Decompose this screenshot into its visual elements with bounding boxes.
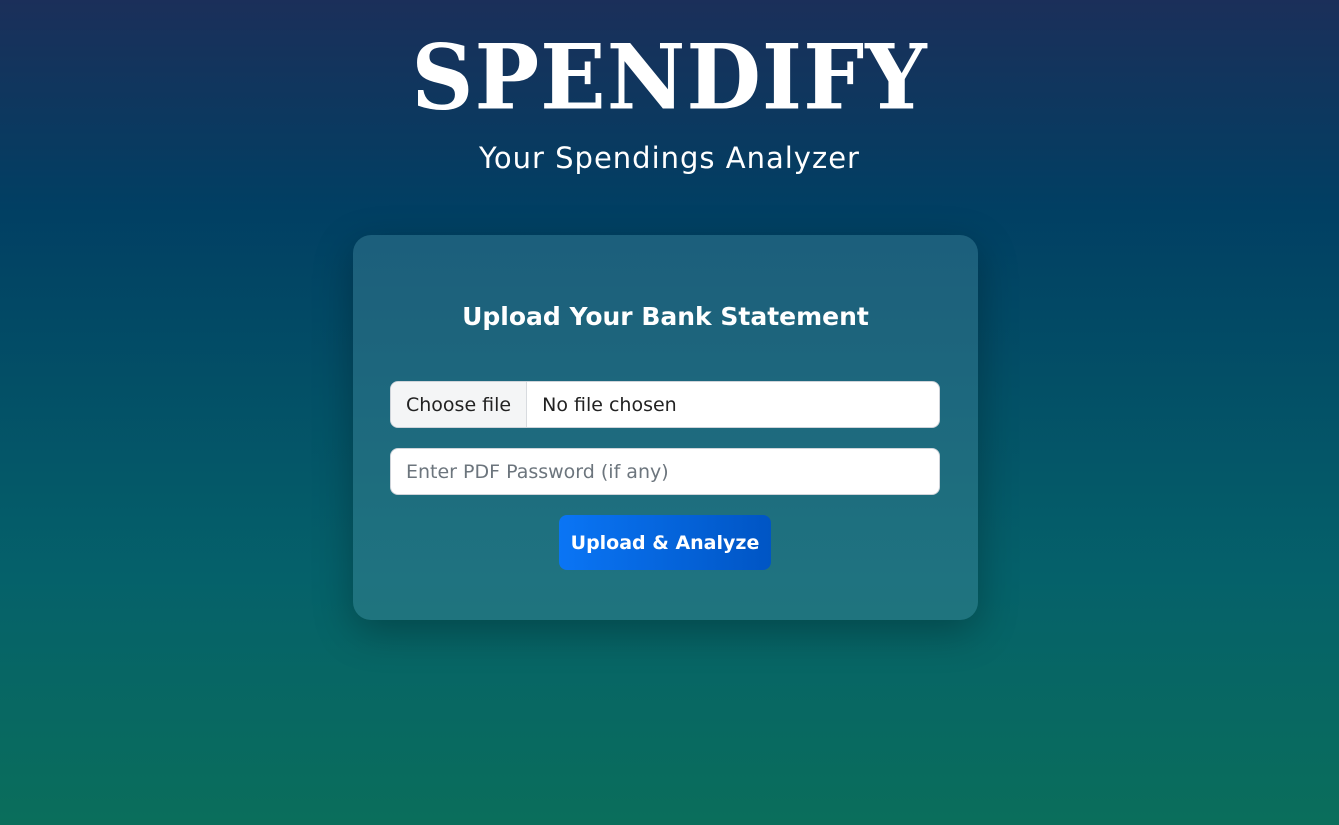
pdf-password-input[interactable] — [390, 448, 940, 495]
app-subtitle: Your Spendings Analyzer — [479, 141, 860, 175]
upload-analyze-button[interactable]: Upload & Analyze — [559, 515, 771, 570]
upload-card: Upload Your Bank Statement Choose file N… — [353, 235, 978, 620]
app-title: SPENDIFY — [411, 24, 928, 131]
file-status-text: No file chosen — [542, 393, 677, 416]
file-input[interactable]: Choose file No file chosen — [390, 381, 940, 428]
choose-file-button[interactable]: Choose file — [391, 382, 528, 427]
upload-heading: Upload Your Bank Statement — [462, 302, 869, 331]
